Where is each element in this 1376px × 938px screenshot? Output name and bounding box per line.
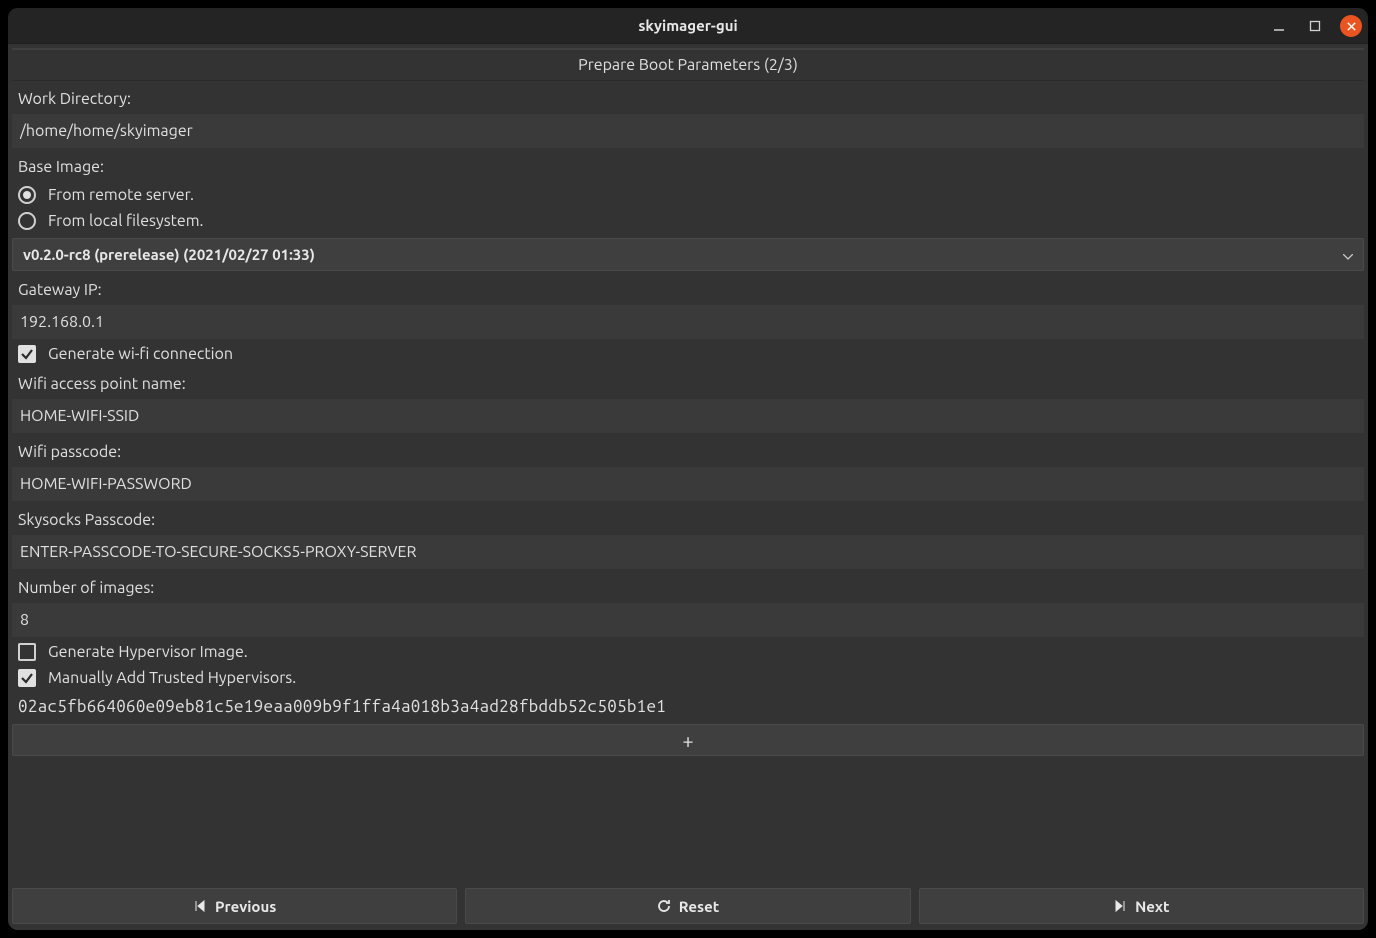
wifi-ap-label: Wifi access point name: bbox=[12, 367, 1364, 399]
radio-icon bbox=[18, 212, 36, 230]
spacer bbox=[12, 760, 1364, 886]
work-dir-input[interactable] bbox=[12, 114, 1364, 148]
section-title: Prepare Boot Parameters (2/3) bbox=[578, 56, 798, 74]
window-title: skyimager-gui bbox=[638, 17, 737, 34]
radio-remote-server[interactable]: From remote server. bbox=[12, 182, 1364, 208]
manual-trusted-label: Manually Add Trusted Hypervisors. bbox=[48, 669, 296, 687]
version-dropdown[interactable]: v0.2.0-rc8 (prerelease) (2021/02/27 01:3… bbox=[12, 238, 1364, 271]
minimize-icon bbox=[1273, 20, 1285, 32]
radio-local-filesystem[interactable]: From local filesystem. bbox=[12, 208, 1364, 234]
titlebar: skyimager-gui bbox=[8, 8, 1368, 44]
previous-button[interactable]: Previous bbox=[12, 888, 457, 924]
wifi-ap-input[interactable] bbox=[12, 399, 1364, 433]
checkbox-icon bbox=[18, 669, 36, 687]
radio-remote-label: From remote server. bbox=[48, 186, 194, 204]
manual-trusted-checkbox[interactable]: Manually Add Trusted Hypervisors. bbox=[12, 665, 1364, 691]
close-icon bbox=[1346, 21, 1357, 32]
skysocks-passcode-input[interactable] bbox=[12, 535, 1364, 569]
work-dir-label: Work Directory: bbox=[12, 82, 1364, 114]
checkbox-icon bbox=[18, 345, 36, 363]
gateway-ip-label: Gateway IP: bbox=[12, 273, 1364, 305]
wifi-passcode-label: Wifi passcode: bbox=[12, 435, 1364, 467]
next-label: Next bbox=[1135, 898, 1169, 915]
version-selected: v0.2.0-rc8 (prerelease) (2021/02/27 01:3… bbox=[23, 246, 315, 263]
next-icon bbox=[1113, 899, 1127, 913]
checkbox-icon bbox=[18, 643, 36, 661]
radio-local-label: From local filesystem. bbox=[48, 212, 204, 230]
footer-buttons: Previous Reset Next bbox=[12, 886, 1364, 926]
generate-hypervisor-checkbox[interactable]: Generate Hypervisor Image. bbox=[12, 639, 1364, 665]
maximize-button[interactable] bbox=[1304, 15, 1326, 37]
trusted-hypervisor-key[interactable]: 02ac5fb664060e09eb81c5e19eaa009b9f1ffa4a… bbox=[12, 691, 1364, 722]
num-images-label: Number of images: bbox=[12, 571, 1364, 603]
generate-hypervisor-label: Generate Hypervisor Image. bbox=[48, 643, 248, 661]
section-header: Prepare Boot Parameters (2/3) bbox=[12, 48, 1364, 81]
window-controls bbox=[1268, 8, 1362, 44]
generate-wifi-label: Generate wi-fi connection bbox=[48, 345, 233, 363]
radio-icon bbox=[18, 186, 36, 204]
gateway-ip-input[interactable] bbox=[12, 305, 1364, 339]
skysocks-passcode-label: Skysocks Passcode: bbox=[12, 503, 1364, 535]
wifi-passcode-input[interactable] bbox=[12, 467, 1364, 501]
next-button[interactable]: Next bbox=[919, 888, 1364, 924]
previous-label: Previous bbox=[215, 898, 276, 915]
generate-wifi-checkbox[interactable]: Generate wi-fi connection bbox=[12, 341, 1364, 367]
base-image-label: Base Image: bbox=[12, 150, 1364, 182]
maximize-icon bbox=[1309, 20, 1321, 32]
add-hypervisor-button[interactable]: + bbox=[12, 724, 1364, 756]
reset-label: Reset bbox=[679, 898, 719, 915]
app-window: skyimager-gui Prepare Boot Parameters (2… bbox=[8, 8, 1368, 930]
reset-button[interactable]: Reset bbox=[465, 888, 910, 924]
plus-icon: + bbox=[682, 729, 693, 752]
num-images-input[interactable] bbox=[12, 603, 1364, 637]
previous-icon bbox=[193, 899, 207, 913]
minimize-button[interactable] bbox=[1268, 15, 1290, 37]
chevron-down-icon bbox=[1343, 246, 1353, 263]
content-area: Prepare Boot Parameters (2/3) Work Direc… bbox=[8, 44, 1368, 930]
close-button[interactable] bbox=[1340, 15, 1362, 37]
reset-icon bbox=[657, 899, 671, 913]
